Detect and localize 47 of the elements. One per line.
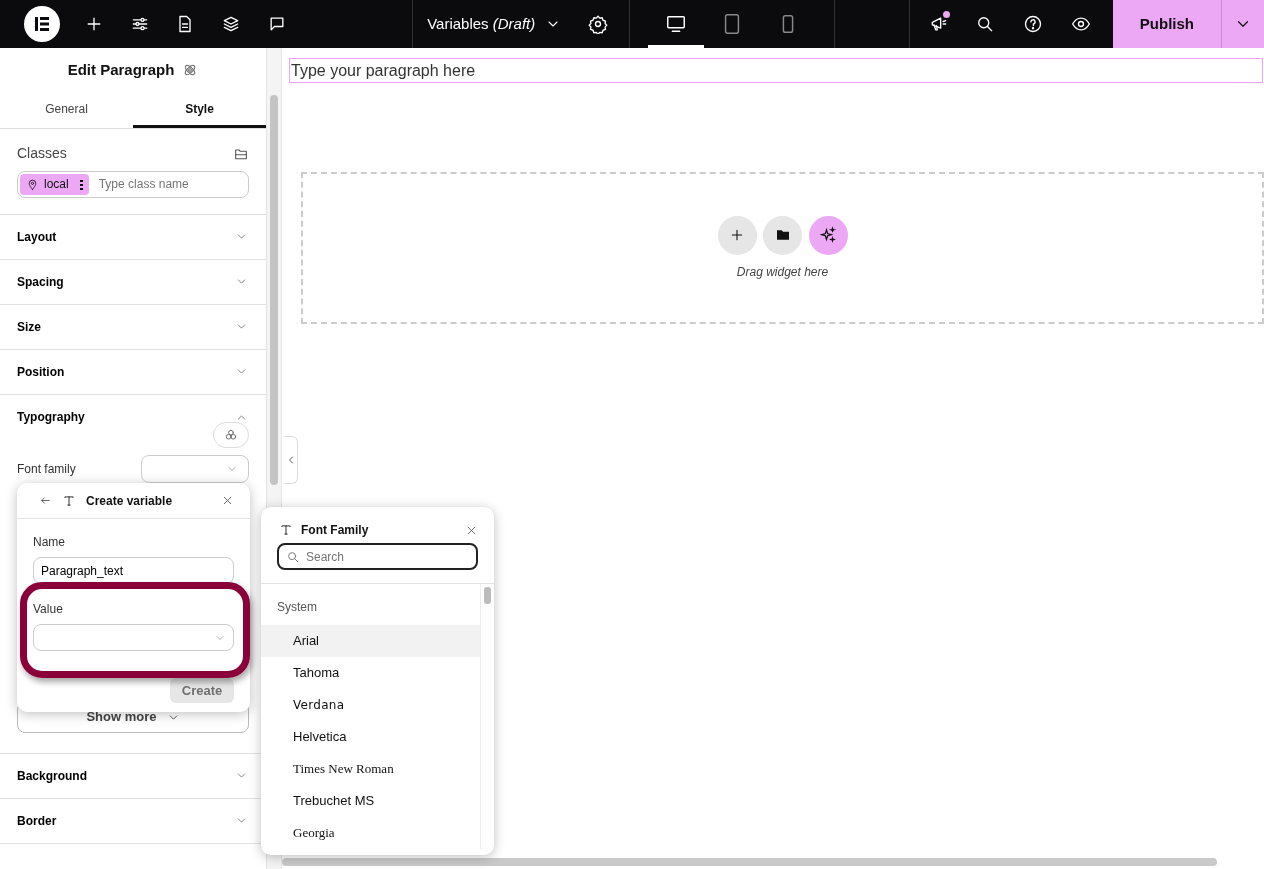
publish-button[interactable]: Publish [1112, 0, 1222, 48]
font-option[interactable]: Tahoma [261, 657, 480, 689]
section-header[interactable]: Position [0, 349, 266, 395]
popup-title: Font Family [301, 522, 370, 539]
class-input-field[interactable]: local Type class name [17, 170, 249, 198]
template-button[interactable] [763, 215, 802, 255]
circles-icon [224, 427, 238, 442]
section-header[interactable]: Typography [0, 394, 266, 440]
class-chip[interactable]: local [20, 173, 89, 195]
sparkle-icon [819, 226, 837, 244]
section-header[interactable]: Spacing [0, 259, 266, 305]
section-header[interactable]: Layout [0, 214, 266, 260]
panel-title: Edit Paragraph [67, 59, 175, 80]
close-icon[interactable] [221, 494, 234, 507]
group-label: System [276, 599, 318, 616]
text-icon [279, 523, 293, 537]
page-title-dropdown[interactable]: Variables (Draft) [413, 12, 576, 36]
drop-hint: Drag widget here [736, 263, 829, 281]
add-button[interactable] [717, 215, 757, 255]
location-pin-icon [26, 177, 39, 191]
folder-icon [774, 227, 791, 243]
font-option[interactable]: Arial [261, 625, 480, 657]
font-family-label: Font family [17, 460, 76, 478]
name-label: Name [33, 534, 66, 551]
value-label: Value [33, 601, 64, 618]
search-icon [286, 550, 300, 564]
font-option[interactable]: Verdana [261, 689, 480, 721]
more-icon[interactable] [79, 178, 83, 190]
name-field[interactable]: Paragraph_text [33, 557, 234, 584]
paragraph-text[interactable]: Type your paragraph here [289, 58, 1263, 83]
text-icon [62, 493, 76, 508]
add-icon [729, 227, 745, 243]
ai-button[interactable] [808, 215, 848, 255]
variables-button[interactable] [213, 421, 249, 448]
popup-title: Create variable [86, 492, 174, 510]
panel-tab[interactable]: General [0, 92, 133, 128]
scrollbar-thumb[interactable] [282, 858, 1217, 866]
scrollbar-thumb[interactable] [270, 95, 278, 485]
search-field[interactable]: Search [277, 543, 478, 570]
classes-label: Classes [17, 144, 67, 163]
logo-icon[interactable] [24, 6, 60, 42]
back-arrow-icon[interactable] [39, 494, 52, 507]
settings-icon[interactable] [588, 14, 609, 34]
font-option[interactable]: Helvetica [261, 721, 480, 753]
scrollbar-thumb[interactable] [484, 587, 491, 604]
section-header[interactable]: Size [0, 304, 266, 350]
help-icon[interactable] [1023, 14, 1044, 34]
